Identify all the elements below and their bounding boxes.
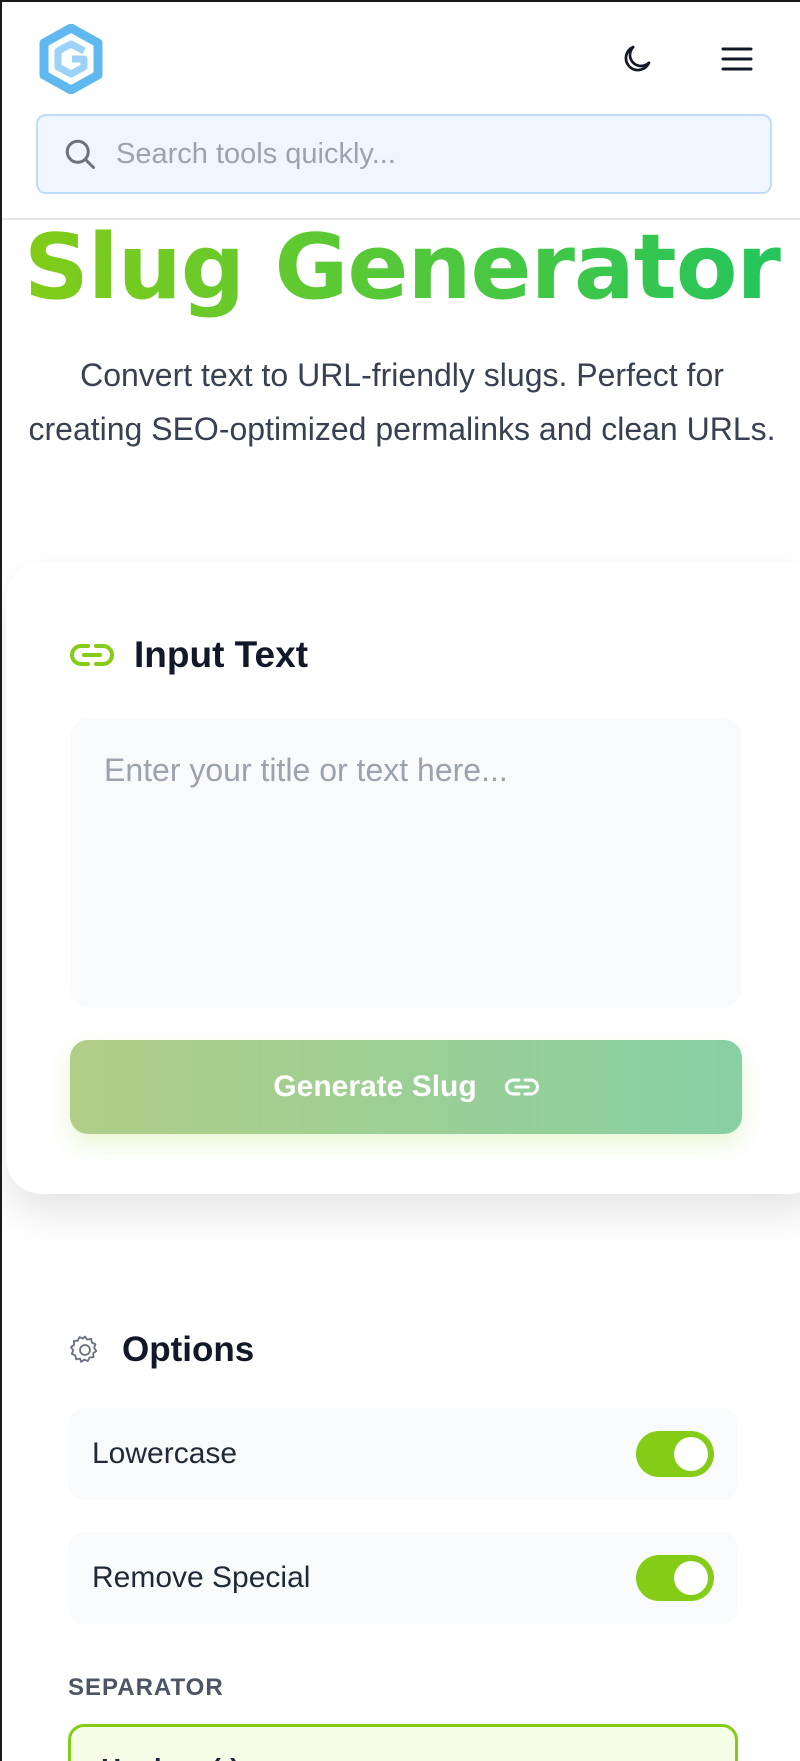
- search-bar[interactable]: [36, 114, 772, 194]
- toggle-knob: [674, 1437, 708, 1471]
- search-input[interactable]: [116, 137, 716, 171]
- page-title: Slug Generator: [2, 218, 800, 318]
- generate-slug-button[interactable]: Generate Slug: [70, 1040, 742, 1134]
- link-icon: [504, 1075, 539, 1099]
- separator-selected-value: Hyphen (-): [101, 1753, 239, 1761]
- theme-toggle-button[interactable]: [612, 36, 662, 86]
- link-icon: [70, 640, 116, 670]
- remove-special-toggle[interactable]: [636, 1555, 714, 1601]
- option-remove-special-label: Remove Special: [92, 1561, 311, 1594]
- hamburger-menu-icon: [720, 45, 754, 78]
- page-subtitle: Convert text to URL-friendly slugs. Perf…: [28, 357, 776, 447]
- chevron-down-icon: [677, 1755, 705, 1761]
- separator-select[interactable]: Hyphen (-): [68, 1724, 738, 1761]
- hexagon-logo-icon[interactable]: [38, 23, 104, 95]
- gear-icon: [68, 1332, 104, 1368]
- option-lowercase: Lowercase: [68, 1408, 738, 1500]
- page: Slug Generator Convert text to URL-frien…: [0, 0, 800, 1761]
- option-remove-special: Remove Special: [68, 1532, 738, 1624]
- toggle-knob: [674, 1561, 708, 1595]
- input-card-heading: Input Text: [134, 634, 309, 675]
- input-text-field[interactable]: [70, 718, 742, 1008]
- top-header: [2, 2, 800, 220]
- options-header: Options: [68, 1330, 254, 1370]
- separator-label: SEPARATOR: [68, 1674, 224, 1701]
- lowercase-toggle[interactable]: [636, 1431, 714, 1477]
- moon-icon: [619, 41, 655, 82]
- options-heading: Options: [122, 1330, 255, 1369]
- option-lowercase-label: Lowercase: [92, 1437, 238, 1470]
- input-card-header: Input Text: [70, 634, 308, 676]
- search-icon: [62, 136, 98, 172]
- input-card: Input Text Generate Slug: [6, 562, 800, 1194]
- generate-slug-label: Generate Slug: [273, 1070, 477, 1103]
- menu-button[interactable]: [712, 36, 762, 86]
